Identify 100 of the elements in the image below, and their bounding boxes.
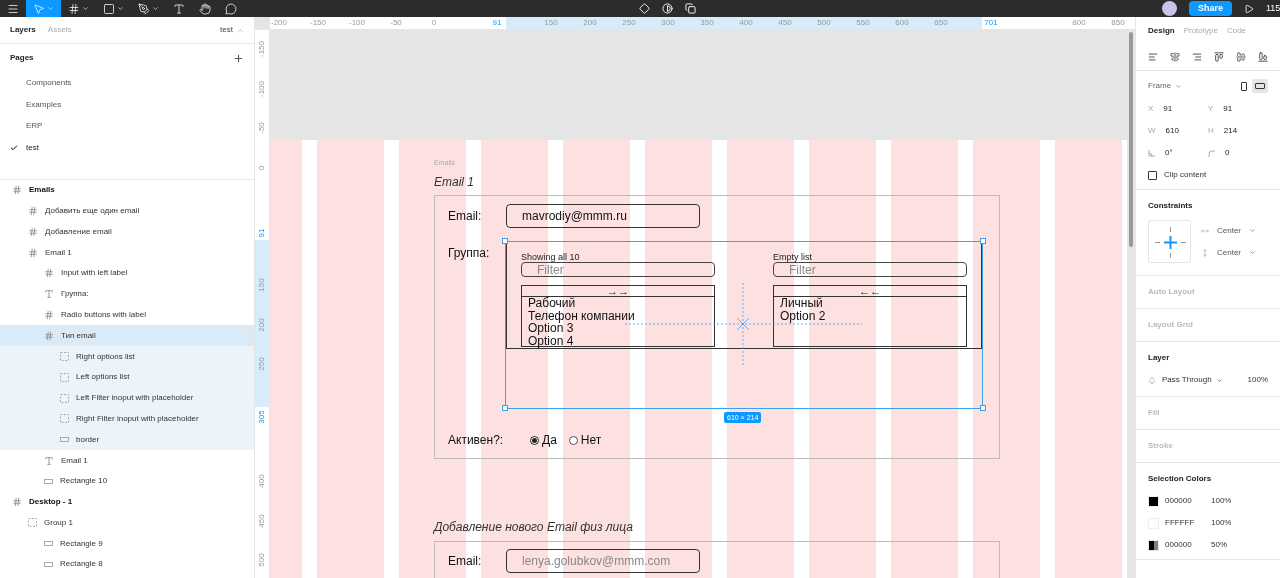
page-item[interactable]: Examples <box>0 93 254 116</box>
layer-row[interactable]: Добавление email <box>0 221 254 243</box>
avatar[interactable] <box>1162 1 1177 16</box>
ruler-label: -50 <box>390 17 402 29</box>
ruler-label: -150 <box>310 17 326 29</box>
property-field[interactable]: X 91 <box>1148 103 1208 115</box>
center-marker-icon <box>737 318 749 330</box>
list-caption: Empty list <box>773 252 813 261</box>
page-item[interactable]: ERP <box>0 115 254 138</box>
zoom-level[interactable]: 115 <box>1266 1 1280 16</box>
color-opacity[interactable]: 50% <box>1211 539 1227 551</box>
align-middle-icon[interactable] <box>1236 52 1246 62</box>
caret-icon <box>1215 376 1223 384</box>
radio-button[interactable] <box>568 435 578 445</box>
radio-button[interactable] <box>530 435 539 445</box>
align-top-icon[interactable] <box>1214 52 1224 62</box>
frame-dropdown[interactable]: Frame <box>1148 80 1183 92</box>
color-hex[interactable]: FFFFFF <box>1165 517 1211 529</box>
move-all-button[interactable]: →→ <box>522 286 714 297</box>
color-hex[interactable]: 000000 <box>1165 495 1211 507</box>
dashed-square-icon <box>60 352 69 361</box>
layer-row[interactable]: border <box>0 429 254 451</box>
list-option[interactable]: Option 3 <box>528 322 708 335</box>
blend-mode-dropdown[interactable]: Pass Through <box>1162 374 1223 386</box>
layer-row[interactable]: Emails <box>0 179 254 201</box>
list-option[interactable]: Рабочий <box>528 297 708 310</box>
resize-handle[interactable] <box>502 405 508 411</box>
orientation-button[interactable] <box>1252 79 1268 93</box>
align-bottom-icon[interactable] <box>1258 52 1268 62</box>
section-heading: Layer <box>1148 353 1170 362</box>
align-left-icon[interactable] <box>1148 52 1158 62</box>
caret-icon <box>1175 82 1183 90</box>
list-option[interactable]: Личный <box>780 297 960 310</box>
layer-row[interactable]: Input with left label <box>0 262 254 284</box>
scrollbar[interactable] <box>1129 32 1133 247</box>
layer-row[interactable]: Rectangle 9 <box>0 533 254 555</box>
move-all-button[interactable]: ←← <box>774 286 966 297</box>
vertical-constraint-dropdown[interactable]: Center <box>1201 246 1256 259</box>
layer-row[interactable]: Rectangle 10 <box>0 470 254 492</box>
filter-field[interactable]: Filter <box>773 262 967 277</box>
menu-icon <box>7 2 19 15</box>
property-field[interactable]: H 214 <box>1208 125 1268 137</box>
check-icon <box>10 143 18 152</box>
ruler-label: -200 <box>271 17 287 29</box>
layer-row[interactable]: Right options list <box>0 346 254 367</box>
ruler-label: 500 <box>256 553 267 567</box>
layer-row[interactable]: Left options list <box>0 366 254 388</box>
layer-row[interactable]: Left Filter inoput with placeholder <box>0 387 254 409</box>
resize-handle[interactable] <box>980 405 986 411</box>
radius-field[interactable]: 0 <box>1208 147 1268 159</box>
constraints-widget-icon[interactable] <box>1148 220 1191 263</box>
play-icon[interactable] <box>1244 3 1254 14</box>
ruler-label: 701 <box>984 17 998 29</box>
radio-option[interactable]: Да <box>530 431 557 449</box>
layer-row[interactable]: Right Filter inoput with placeholder <box>0 408 254 430</box>
color-swatch[interactable] <box>1148 495 1159 507</box>
hash-icon <box>28 205 38 216</box>
toolbar-button[interactable] <box>685 3 697 14</box>
panel-tab[interactable]: Layers <box>10 24 36 36</box>
opacity-field[interactable]: 100% <box>1247 374 1268 386</box>
color-opacity[interactable]: 100% <box>1211 517 1232 529</box>
layer-row[interactable]: Rectangle 8 <box>0 554 254 575</box>
list-option[interactable]: Option 4 <box>528 334 708 347</box>
text-icon <box>173 2 185 15</box>
clip-content-checkbox[interactable]: Clip content <box>1148 169 1268 181</box>
layer-row[interactable]: Добавить еще один email <box>0 200 254 222</box>
email-field[interactable]: lenya.golubkov@mmm.com <box>506 549 700 573</box>
align-right-icon[interactable] <box>1192 52 1202 62</box>
list-option[interactable]: Option 2 <box>780 309 960 322</box>
layer-row[interactable]: Группа: <box>0 283 254 305</box>
layer-row[interactable]: Group 1 <box>0 512 254 534</box>
dashed-square-icon <box>60 372 69 382</box>
filter-field[interactable]: Filter <box>521 262 715 277</box>
color-hex[interactable]: 000000 <box>1165 539 1211 551</box>
page-item[interactable]: Components <box>0 72 254 94</box>
rotation-field[interactable]: 0° <box>1148 147 1208 159</box>
page-dropdown[interactable]: test <box>220 24 244 36</box>
resize-handle[interactable] <box>980 238 986 244</box>
angle-icon <box>1148 149 1155 157</box>
add-icon[interactable] <box>233 52 244 64</box>
color-swatch[interactable] <box>1148 539 1159 551</box>
property-field[interactable]: Y 91 <box>1208 103 1268 115</box>
layer-row[interactable]: Тип email <box>0 325 254 347</box>
panel-tab[interactable]: Design <box>1148 24 1175 37</box>
email-field[interactable]: mavrodiy@mmm.ru <box>506 204 700 228</box>
property-field[interactable]: W 610 <box>1148 125 1208 137</box>
horizontal-constraint-dropdown[interactable]: Center <box>1201 224 1256 237</box>
layer-row[interactable]: Radio buttons with label <box>0 304 254 326</box>
resize-handle[interactable] <box>502 238 508 244</box>
color-opacity[interactable]: 100% <box>1211 495 1232 507</box>
layer-row[interactable]: Email 1 <box>0 450 254 471</box>
align-center-icon[interactable] <box>1170 52 1180 62</box>
list-option[interactable]: Телефон компании <box>528 309 708 322</box>
checkbox[interactable] <box>1148 170 1157 180</box>
page-item[interactable]: test <box>0 137 254 159</box>
radio-option[interactable]: Нет <box>568 431 602 449</box>
toolbar-button[interactable] <box>639 3 651 14</box>
layer-row[interactable]: Email 1 <box>0 242 254 263</box>
toolbar-button[interactable] <box>662 3 674 14</box>
layer-row[interactable]: Desktop - 1 <box>0 491 254 513</box>
